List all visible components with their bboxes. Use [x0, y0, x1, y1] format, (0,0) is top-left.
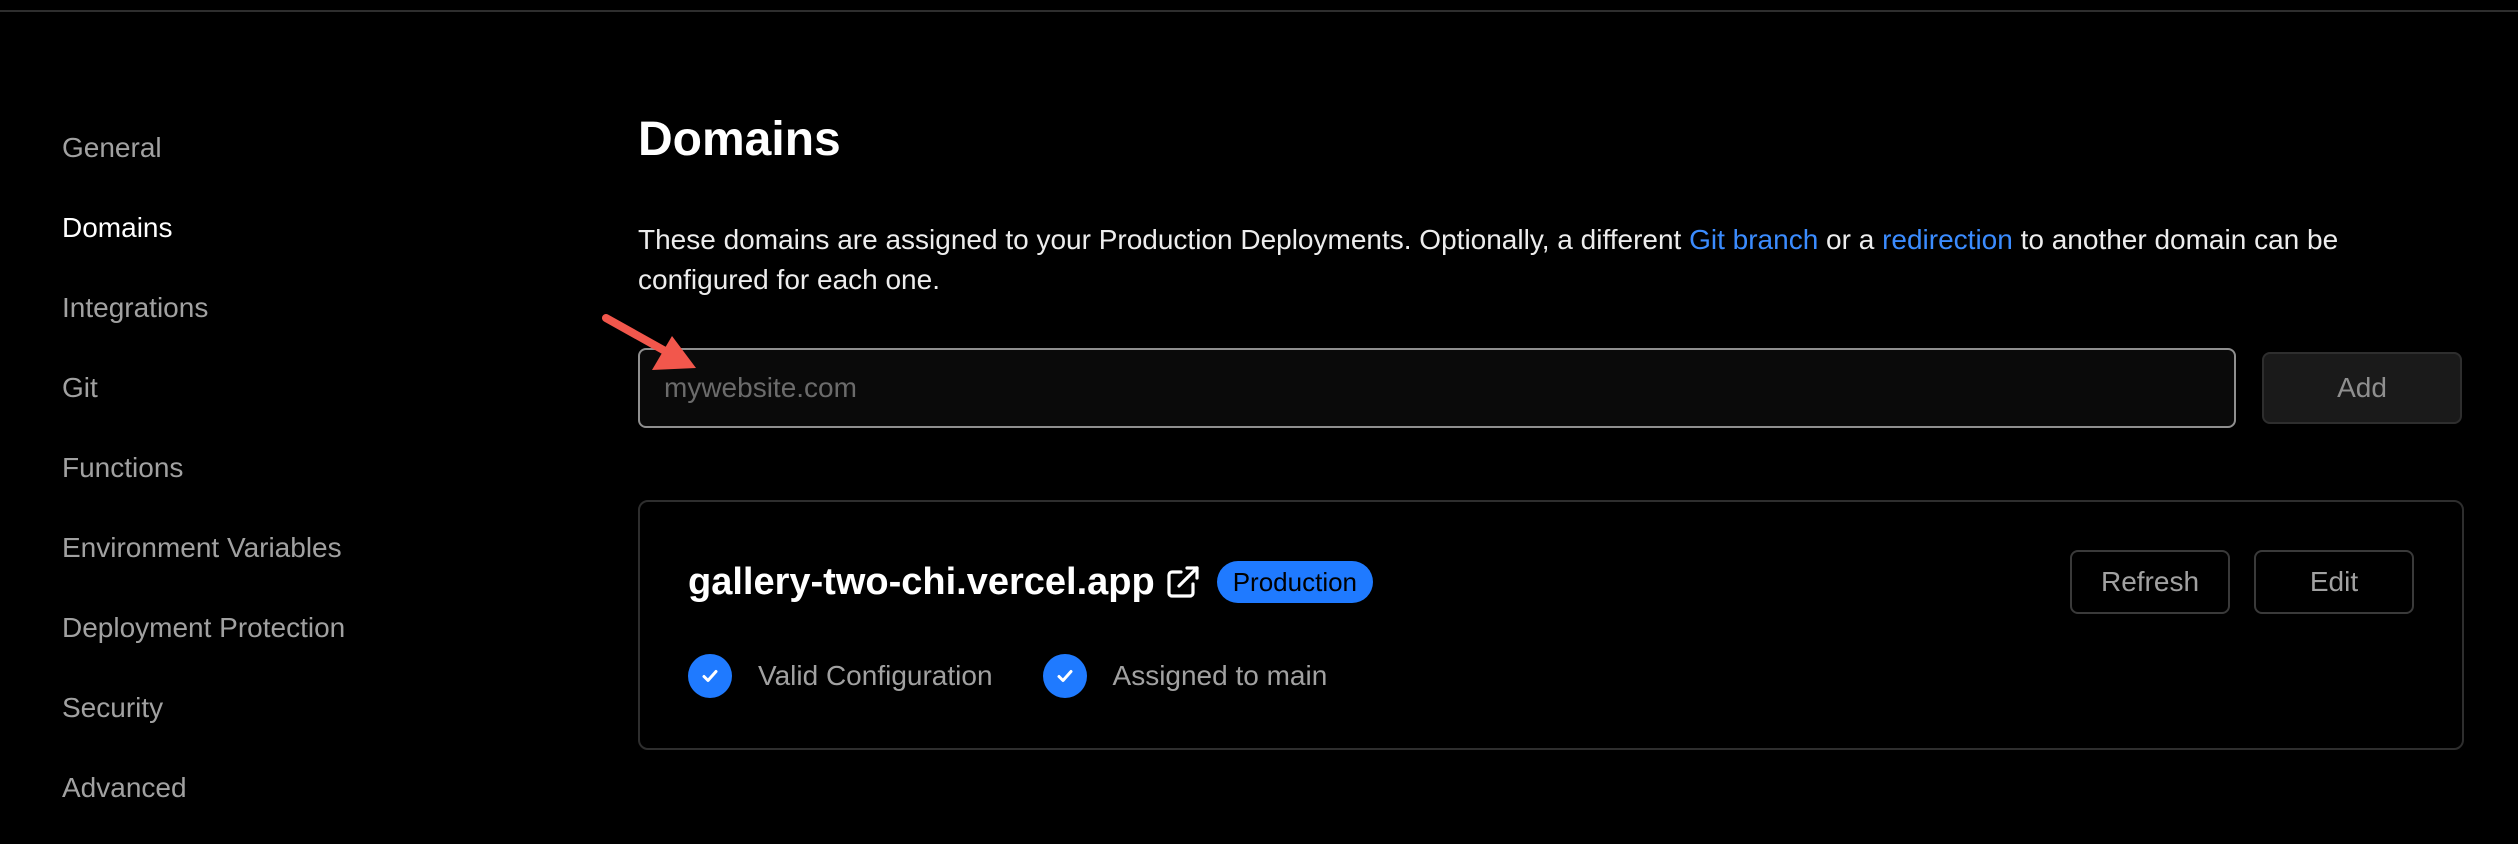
annotation-arrow-icon	[602, 314, 696, 370]
domain-card-actions: Refresh Edit	[2070, 550, 2414, 614]
domain-input[interactable]	[638, 348, 2236, 428]
add-domain-button[interactable]: Add	[2262, 352, 2462, 424]
domains-description: These domains are assigned to your Produ…	[638, 220, 2464, 300]
domain-name-link[interactable]: gallery-two-chi.vercel.app	[688, 561, 1155, 604]
sidebar-item-security[interactable]: Security	[62, 680, 562, 760]
sidebar-item-general[interactable]: General	[62, 120, 562, 200]
sidebar-item-git[interactable]: Git	[62, 360, 562, 440]
sidebar-item-advanced[interactable]: Advanced	[62, 760, 562, 840]
settings-sidebar: General Domains Integrations Git Functio…	[62, 120, 562, 840]
sidebar-item-deployment-protection[interactable]: Deployment Protection	[62, 600, 562, 680]
description-text: These domains are assigned to your Produ…	[638, 224, 1690, 255]
status-valid-configuration: Valid Configuration	[688, 654, 993, 698]
status-label: Assigned to main	[1112, 660, 1328, 691]
redirection-link[interactable]: redirection	[1882, 224, 2013, 255]
domains-section: Domains These domains are assigned to yo…	[638, 108, 2464, 428]
refresh-button[interactable]: Refresh	[2070, 550, 2230, 614]
status-label: Valid Configuration	[758, 660, 993, 691]
sidebar-item-domains[interactable]: Domains	[62, 200, 562, 280]
sidebar-item-environment-variables[interactable]: Environment Variables	[62, 520, 562, 600]
description-text: or a	[1818, 224, 1883, 255]
production-badge: Production	[1216, 561, 1374, 603]
add-domain-row: Add	[638, 348, 2464, 430]
top-divider	[0, 10, 2518, 12]
sidebar-item-functions[interactable]: Functions	[62, 440, 562, 520]
domain-header: gallery-two-chi.vercel.app Production	[688, 558, 1374, 606]
sidebar-item-integrations[interactable]: Integrations	[62, 280, 562, 360]
git-branch-link[interactable]: Git branch	[1689, 224, 1818, 255]
edit-button[interactable]: Edit	[2254, 550, 2414, 614]
check-circle-icon	[688, 654, 732, 698]
status-assigned-branch: Assigned to main	[1042, 654, 1328, 698]
check-circle-icon	[1042, 654, 1087, 698]
domain-status-row: Valid Configuration Assigned to main	[688, 654, 1377, 698]
page-title: Domains	[638, 113, 841, 166]
external-link-icon[interactable]	[1165, 564, 1201, 600]
domain-card: gallery-two-chi.vercel.app Production Re…	[638, 500, 2464, 750]
